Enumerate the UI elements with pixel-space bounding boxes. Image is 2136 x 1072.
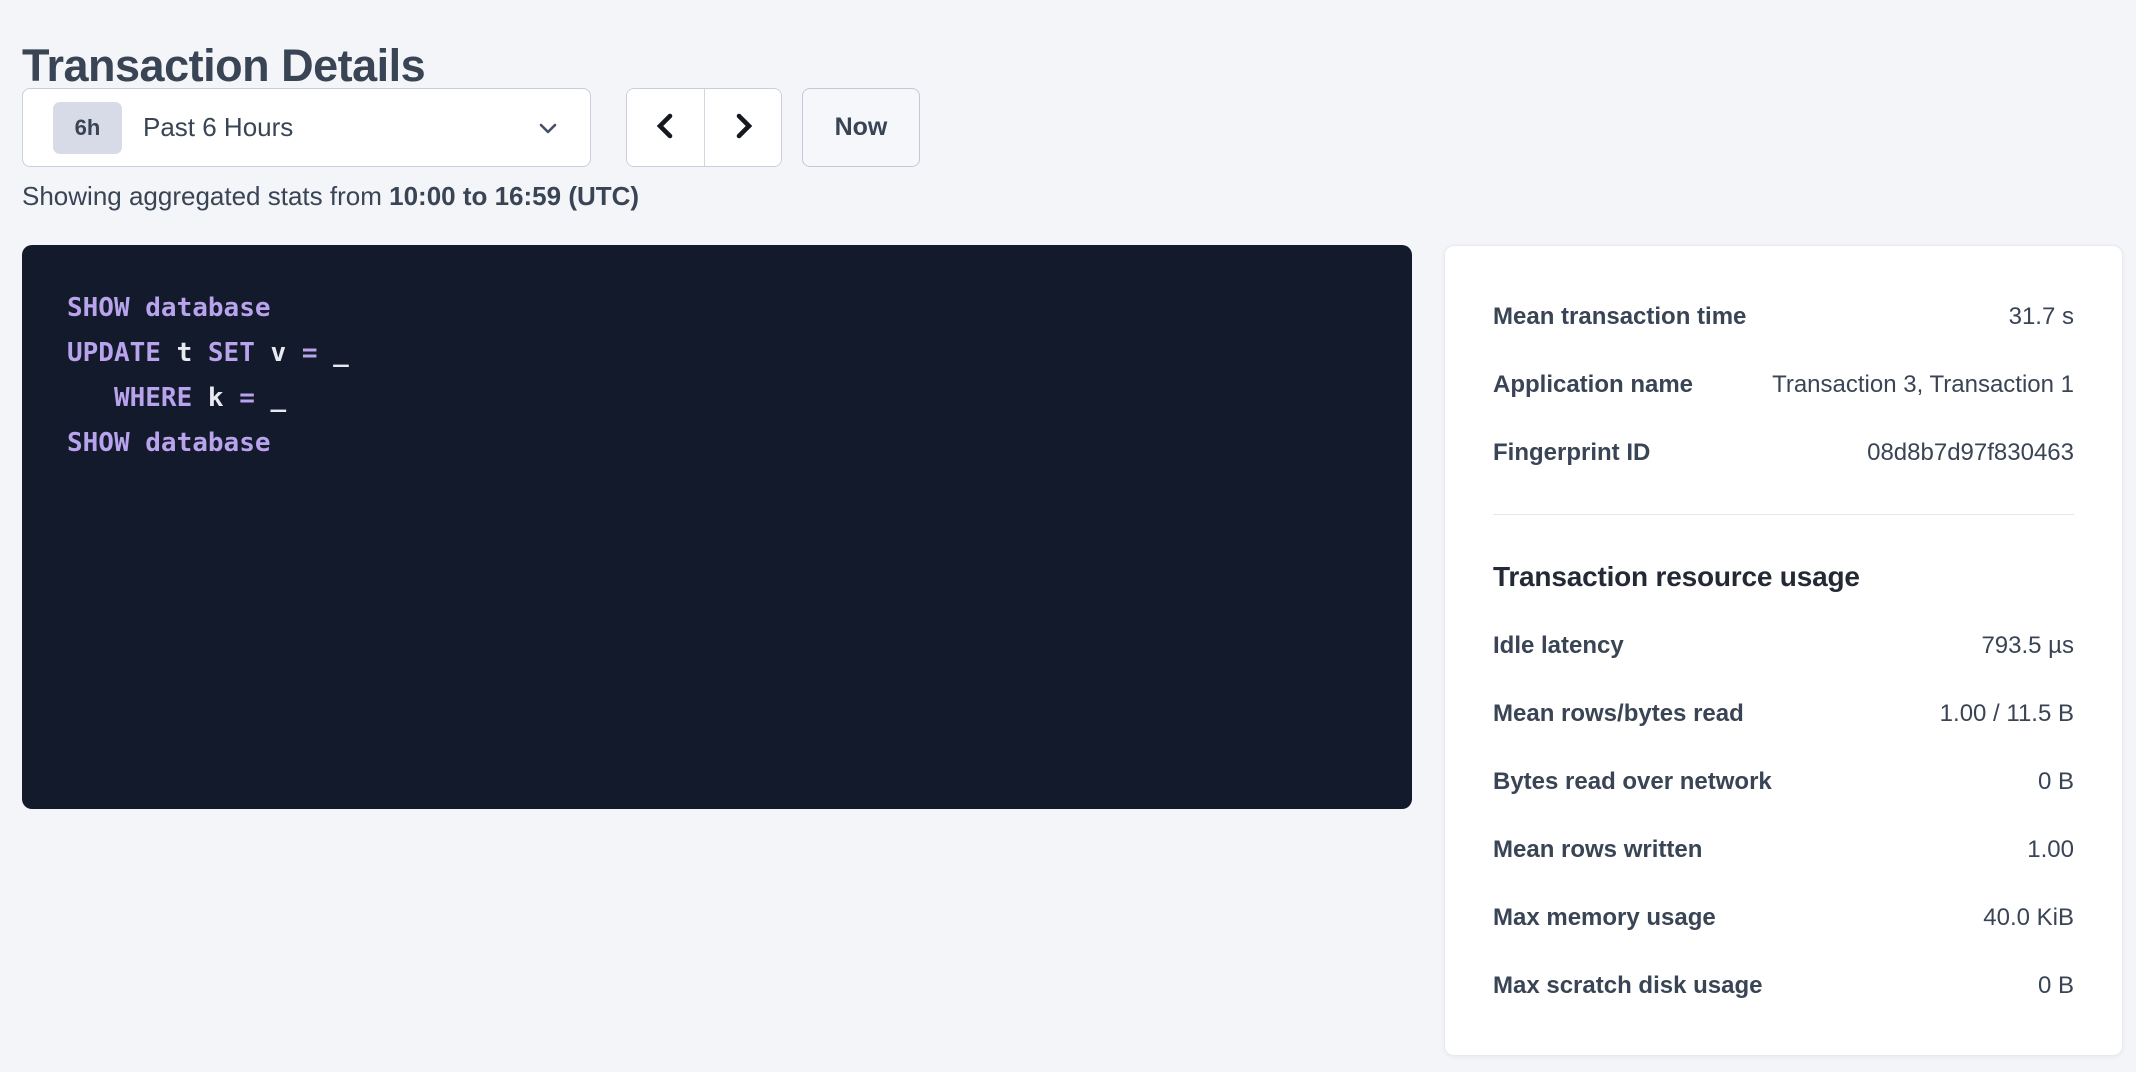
sql-token: database	[145, 428, 270, 458]
time-controls: 6h Past 6 Hours	[22, 88, 920, 167]
sql-token: k	[192, 383, 239, 413]
sql-token: database	[145, 293, 270, 323]
summary-row-label: Fingerprint ID	[1493, 439, 1650, 467]
summary-row: Mean transaction time 31.7 s	[1493, 283, 2074, 351]
summary-row: Mean rows/bytes read 1.00 / 11.5 B	[1493, 680, 2074, 748]
chevron-left-icon	[651, 109, 681, 146]
resource-usage-heading: Transaction resource usage	[1493, 558, 2074, 596]
sql-token: v	[255, 338, 302, 368]
time-range-picker[interactable]: 6h Past 6 Hours	[22, 88, 591, 167]
summary-row-value: 08d8b7d97f830463	[1867, 439, 2074, 467]
summary-row-value: 0 B	[2038, 972, 2074, 1000]
transaction-summary-card: Mean transaction time 31.7 s Application n…	[1444, 245, 2123, 1056]
sql-token: _	[317, 338, 348, 368]
sql-token: SET	[208, 338, 255, 368]
summary-row: Mean rows written 1.00	[1493, 816, 2074, 884]
sql-token: WHERE	[114, 383, 192, 413]
summary-row: Max scratch disk usage 0 B	[1493, 952, 2074, 1020]
summary-row-value: Transaction 3, Transaction 1	[1772, 371, 2074, 399]
summary-row: Application name Transaction 3, Transacti…	[1493, 351, 2074, 419]
summary-row-value: 1.00 / 11.5 B	[1940, 700, 2074, 728]
aggregation-range-prefix: Showing aggregated stats from	[22, 181, 389, 211]
sql-token: =	[239, 383, 255, 413]
chevron-down-icon	[534, 114, 562, 142]
summary-row-label: Max scratch disk usage	[1493, 972, 1762, 1000]
page-title: Transaction Details	[22, 40, 425, 92]
transaction-details-page: Transaction Details 6h Past 6 Hours	[0, 0, 2136, 1072]
aggregation-range-bold: 10:00 to 16:59 (UTC)	[389, 181, 639, 211]
chevron-right-icon	[728, 109, 758, 146]
card-divider	[1493, 514, 2074, 515]
summary-row-value: 793.5 µs	[1981, 632, 2074, 660]
sql-token	[130, 428, 146, 458]
aggregation-range-text: Showing aggregated stats from 10:00 to 1…	[22, 181, 639, 211]
next-time-button[interactable]	[704, 89, 781, 166]
sql-line: SHOW database	[67, 286, 1367, 331]
summary-row-label: Application name	[1493, 371, 1693, 399]
summary-row-value: 0 B	[2038, 768, 2074, 796]
summary-row-label: Idle latency	[1493, 632, 1624, 660]
summary-row: Max memory usage 40.0 KiB	[1493, 884, 2074, 952]
summary-row-label: Mean rows written	[1493, 836, 1702, 864]
sql-line: UPDATE t SET v = _	[67, 331, 1367, 376]
prev-time-button[interactable]	[627, 89, 704, 166]
sql-token: SHOW	[67, 293, 130, 323]
sql-token	[67, 383, 114, 413]
time-range-label: Past 6 Hours	[143, 112, 534, 143]
summary-row-label: Mean rows/bytes read	[1493, 700, 1744, 728]
resource-usage-rows: Idle latency 793.5 µs Mean rows/bytes read…	[1493, 612, 2074, 1020]
sql-token: UPDATE	[67, 338, 161, 368]
summary-row-label: Max memory usage	[1493, 904, 1716, 932]
summary-row: Bytes read over network 0 B	[1493, 748, 2074, 816]
summary-row-value: 31.7 s	[2009, 303, 2074, 331]
summary-row: Fingerprint ID 08d8b7d97f830463	[1493, 419, 2074, 487]
time-range-badge: 6h	[53, 102, 122, 154]
sql-token: t	[161, 338, 208, 368]
sql-token: SHOW	[67, 428, 130, 458]
summary-row-label: Mean transaction time	[1493, 303, 1746, 331]
time-nav-group	[626, 88, 782, 167]
sql-token	[130, 293, 146, 323]
sql-token: _	[255, 383, 286, 413]
sql-token: =	[302, 338, 318, 368]
transaction-sql-fingerprint-box: SHOW databaseUPDATE t SET v = _ WHERE k …	[22, 245, 1412, 809]
summary-top-rows: Mean transaction time 31.7 s Application n…	[1493, 283, 2074, 487]
sql-line: SHOW database	[67, 421, 1367, 466]
summary-row-value: 40.0 KiB	[1983, 904, 2074, 932]
summary-row-label: Bytes read over network	[1493, 768, 1772, 796]
sql-line: WHERE k = _	[67, 376, 1367, 421]
summary-row-value: 1.00	[2027, 836, 2074, 864]
now-button[interactable]: Now	[802, 88, 920, 167]
summary-row: Idle latency 793.5 µs	[1493, 612, 2074, 680]
